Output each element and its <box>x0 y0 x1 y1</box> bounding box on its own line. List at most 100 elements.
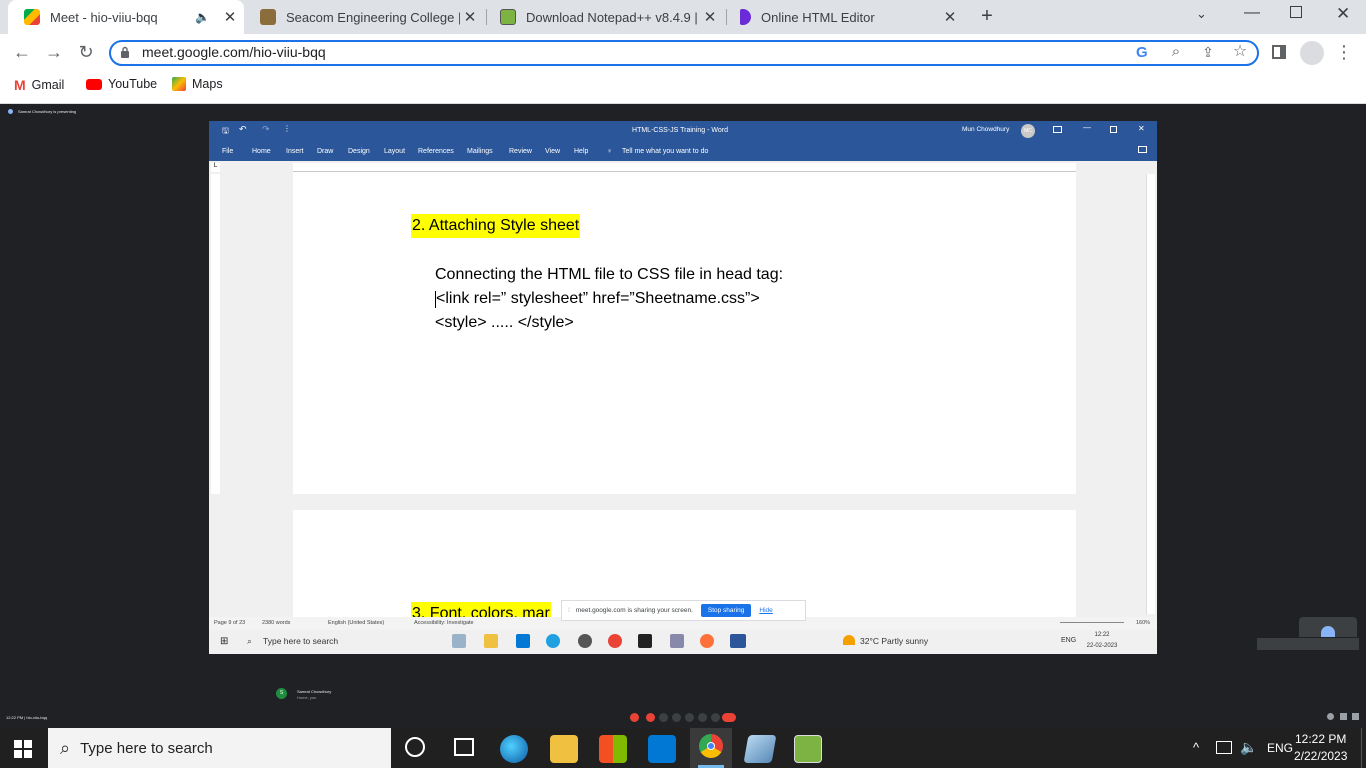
close-window-icon[interactable]: ✕ <box>1336 4 1350 24</box>
self-avatar <box>1321 626 1335 637</box>
chat-icon[interactable] <box>1352 713 1359 720</box>
new-tab-button[interactable]: + <box>976 5 998 29</box>
doc-line-3: <style> ..... </style> <box>435 314 574 331</box>
word-count: 2380 words <box>262 620 291 626</box>
google-lens-icon[interactable]: G <box>1136 44 1148 61</box>
language-indicator[interactable]: ENG <box>1267 741 1293 755</box>
tab-title: Download Notepad++ v8.4.9 | N <box>526 9 700 25</box>
notes-app-icon[interactable] <box>743 735 777 763</box>
network-icon[interactable] <box>1216 741 1232 754</box>
tab-notepad[interactable]: Download Notepad++ v8.4.9 | N ✕ <box>484 0 724 34</box>
menu-icon[interactable]: ⋮ <box>1332 40 1356 64</box>
bookmark-star-icon[interactable]: ☆ <box>1228 40 1252 64</box>
notepad-icon <box>500 9 516 25</box>
share-icon[interactable]: ⇪ <box>1196 40 1220 64</box>
ribbon-references: References <box>418 148 454 155</box>
weather-icon <box>843 635 855 645</box>
profile-avatar[interactable] <box>1300 41 1324 65</box>
chrome-taskbar-active[interactable] <box>690 728 732 768</box>
ribbon-design: Design <box>348 148 370 155</box>
tray-chevron-icon[interactable]: ^ <box>1193 740 1199 755</box>
ribbon-insert: Insert <box>286 148 304 155</box>
drag-handle-icon[interactable]: ⁞ <box>568 607 570 614</box>
shared-app-chrome <box>608 634 622 648</box>
shared-start-icon: ⊞ <box>220 636 229 647</box>
url-text[interactable]: meet.google.com/hio-viiu-bqq <box>142 44 326 60</box>
accessibility-status: Accessibility: Investigate <box>414 620 474 626</box>
present-icon[interactable] <box>685 713 694 722</box>
shared-search-icon: ⌕ <box>247 636 253 646</box>
store-icon[interactable] <box>599 735 627 763</box>
mic-off-icon[interactable] <box>630 713 639 722</box>
ribbon-view: View <box>545 148 561 155</box>
youtube-icon <box>86 78 102 90</box>
presenter-avatar: S <box>276 688 287 699</box>
meet-icon <box>24 9 40 25</box>
tab-meet[interactable]: Meet - hio-viiu-bqq 🔈 ✕ <box>8 0 244 34</box>
zoom-level: 160% <box>1136 620 1151 626</box>
shared-lang: ENG <box>1061 637 1077 644</box>
comments-icon <box>1138 146 1147 153</box>
close-tab-icon[interactable]: ✕ <box>940 8 960 26</box>
camera-off-icon[interactable] <box>646 713 655 722</box>
close-tab-icon[interactable]: ✕ <box>220 8 240 26</box>
chrome-icon-center <box>707 742 715 750</box>
taskbar-clock[interactable]: 12:22 PM 2/22/2023 <box>1294 731 1347 765</box>
meeting-info-icon[interactable] <box>1327 713 1334 720</box>
reactions-icon[interactable] <box>698 713 707 722</box>
back-icon[interactable]: ← <box>10 40 34 64</box>
edge-app-icon[interactable] <box>500 735 528 763</box>
speaker-icon[interactable]: 🔈 <box>195 10 210 24</box>
shared-search-box: Type here to search <box>263 636 339 646</box>
volume-muted-icon[interactable]: 🔈 <box>1240 739 1257 756</box>
shared-app-edge <box>546 634 560 648</box>
show-desktop-button[interactable] <box>1361 728 1366 768</box>
tab-html-editor[interactable]: Online HTML Editor ✕ <box>724 0 964 34</box>
self-view-tile[interactable] <box>1299 617 1357 637</box>
zoom-icon[interactable]: ⌕ <box>1164 40 1188 64</box>
shared-app-mail <box>516 634 530 648</box>
next-section-heading: 3. Font, colors, mar <box>411 602 551 618</box>
reload-icon[interactable]: ↻ <box>74 40 98 64</box>
redo-icon: ↷ <box>262 124 270 134</box>
people-icon[interactable] <box>1340 713 1347 720</box>
close-tab-icon[interactable]: ✕ <box>460 8 480 26</box>
bookmark-youtube[interactable]: YouTube <box>86 77 157 91</box>
tell-me-box: Tell me what you want to do <box>622 148 709 155</box>
captions-icon[interactable] <box>659 713 668 722</box>
tab-search-icon[interactable]: ⌄ <box>1196 6 1207 22</box>
close-tab-icon[interactable]: ✕ <box>700 8 720 26</box>
ribbon-home: Home <box>252 148 271 155</box>
shared-app-dell <box>578 634 592 648</box>
maximize-icon[interactable] <box>1290 6 1302 18</box>
word-close-icon: ✕ <box>1138 124 1145 133</box>
sharing-notification: ⁞ meet.google.com is sharing your screen… <box>561 600 806 621</box>
bookmark-maps[interactable]: Maps <box>172 77 223 91</box>
task-view-icon[interactable] <box>454 738 474 756</box>
stop-sharing-button[interactable]: Stop sharing <box>700 604 752 617</box>
undo-icon: ↶ <box>239 124 247 134</box>
cortana-icon[interactable] <box>405 737 425 757</box>
file-explorer-icon[interactable] <box>550 735 578 763</box>
word-user-name: Mun Chowdhury <box>962 126 1010 133</box>
lock-icon[interactable] <box>120 45 130 58</box>
mail-icon[interactable] <box>648 735 676 763</box>
taskbar-search[interactable]: ⌕ Type here to search <box>48 728 391 768</box>
presenting-label: Samrat Chowdhury is presenting <box>18 109 77 114</box>
tab-seacom[interactable]: Seacom Engineering College | Be ✕ <box>244 0 484 34</box>
doc-line-1: Connecting the HTML file to CSS file in … <box>435 266 784 283</box>
minimize-icon[interactable]: — <box>1244 4 1260 22</box>
side-panel-icon[interactable] <box>1272 45 1286 59</box>
forward-icon[interactable]: → <box>42 40 66 64</box>
start-icon[interactable] <box>14 740 32 763</box>
tab-title: Online HTML Editor <box>761 9 875 25</box>
hide-button[interactable]: Hide <box>759 607 772 614</box>
more-options-icon[interactable] <box>711 713 720 722</box>
shared-weather: 32°C Partly sunny <box>860 636 929 646</box>
leave-call-button[interactable] <box>722 713 736 722</box>
bookmark-gmail[interactable]: M Gmail <box>14 77 64 93</box>
notepadpp-icon[interactable] <box>794 735 822 763</box>
share-notice-text: meet.google.com is sharing your screen. <box>575 607 693 614</box>
html-editor-icon <box>740 9 751 25</box>
raise-hand-icon[interactable] <box>672 713 681 722</box>
